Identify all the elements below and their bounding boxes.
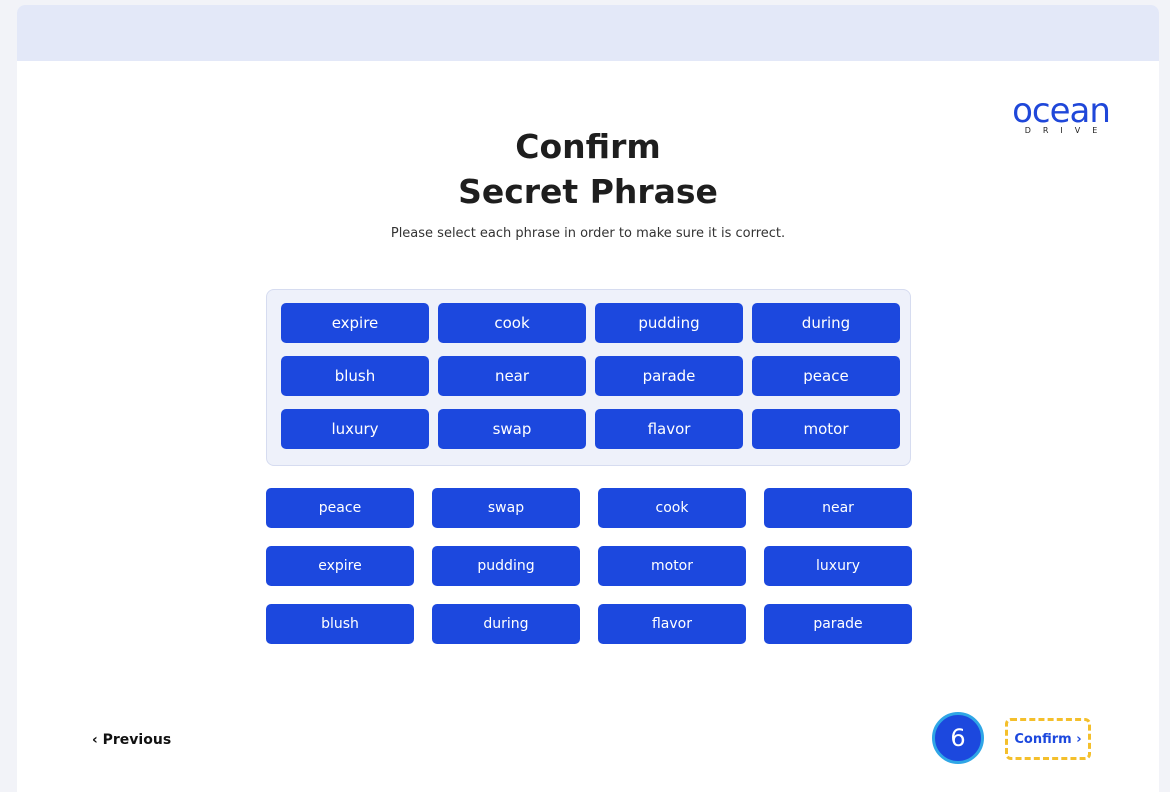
word-choice-4[interactable]: near (764, 488, 912, 528)
app-frame: ocean DRIVE Confirm Secret Phrase Please… (17, 5, 1159, 792)
word-choice-11[interactable]: flavor (598, 604, 746, 644)
word-choice-10[interactable]: during (432, 604, 580, 644)
selected-phrase-grid: expire cook pudding during blush near pa… (281, 303, 900, 449)
word-choice-8[interactable]: luxury (764, 546, 912, 586)
previous-button[interactable]: ‹ Previous (92, 732, 171, 748)
confirm-button[interactable]: Confirm › (1014, 732, 1081, 747)
step-number-badge: 6 (932, 712, 984, 764)
confirm-highlight: Confirm › (1005, 718, 1091, 760)
selected-word-8[interactable]: peace (752, 356, 900, 396)
selected-word-5[interactable]: blush (281, 356, 429, 396)
instructions-text: Please select each phrase in order to ma… (390, 226, 786, 241)
selected-word-12[interactable]: motor (752, 409, 900, 449)
page-title-line-2: Secret Phrase (458, 172, 718, 211)
selected-word-4[interactable]: during (752, 303, 900, 343)
word-choice-7[interactable]: motor (598, 546, 746, 586)
word-choice-9[interactable]: blush (266, 604, 414, 644)
word-choice-6[interactable]: pudding (432, 546, 580, 586)
page-title-line-1: Confirm (515, 127, 661, 166)
word-choice-grid: peace swap cook near expire pudding moto… (266, 488, 912, 644)
word-choice-1[interactable]: peace (266, 488, 414, 528)
word-choice-12[interactable]: parade (764, 604, 912, 644)
selected-word-7[interactable]: parade (595, 356, 743, 396)
logo-word: ocean (1012, 91, 1111, 131)
selected-word-10[interactable]: swap (438, 409, 586, 449)
selected-word-6[interactable]: near (438, 356, 586, 396)
word-choice-2[interactable]: swap (432, 488, 580, 528)
selected-word-3[interactable]: pudding (595, 303, 743, 343)
word-choice-3[interactable]: cook (598, 488, 746, 528)
selected-word-2[interactable]: cook (438, 303, 586, 343)
word-choice-5[interactable]: expire (266, 546, 414, 586)
selected-word-1[interactable]: expire (281, 303, 429, 343)
top-banner (17, 5, 1159, 61)
selected-word-9[interactable]: luxury (281, 409, 429, 449)
selected-word-11[interactable]: flavor (595, 409, 743, 449)
